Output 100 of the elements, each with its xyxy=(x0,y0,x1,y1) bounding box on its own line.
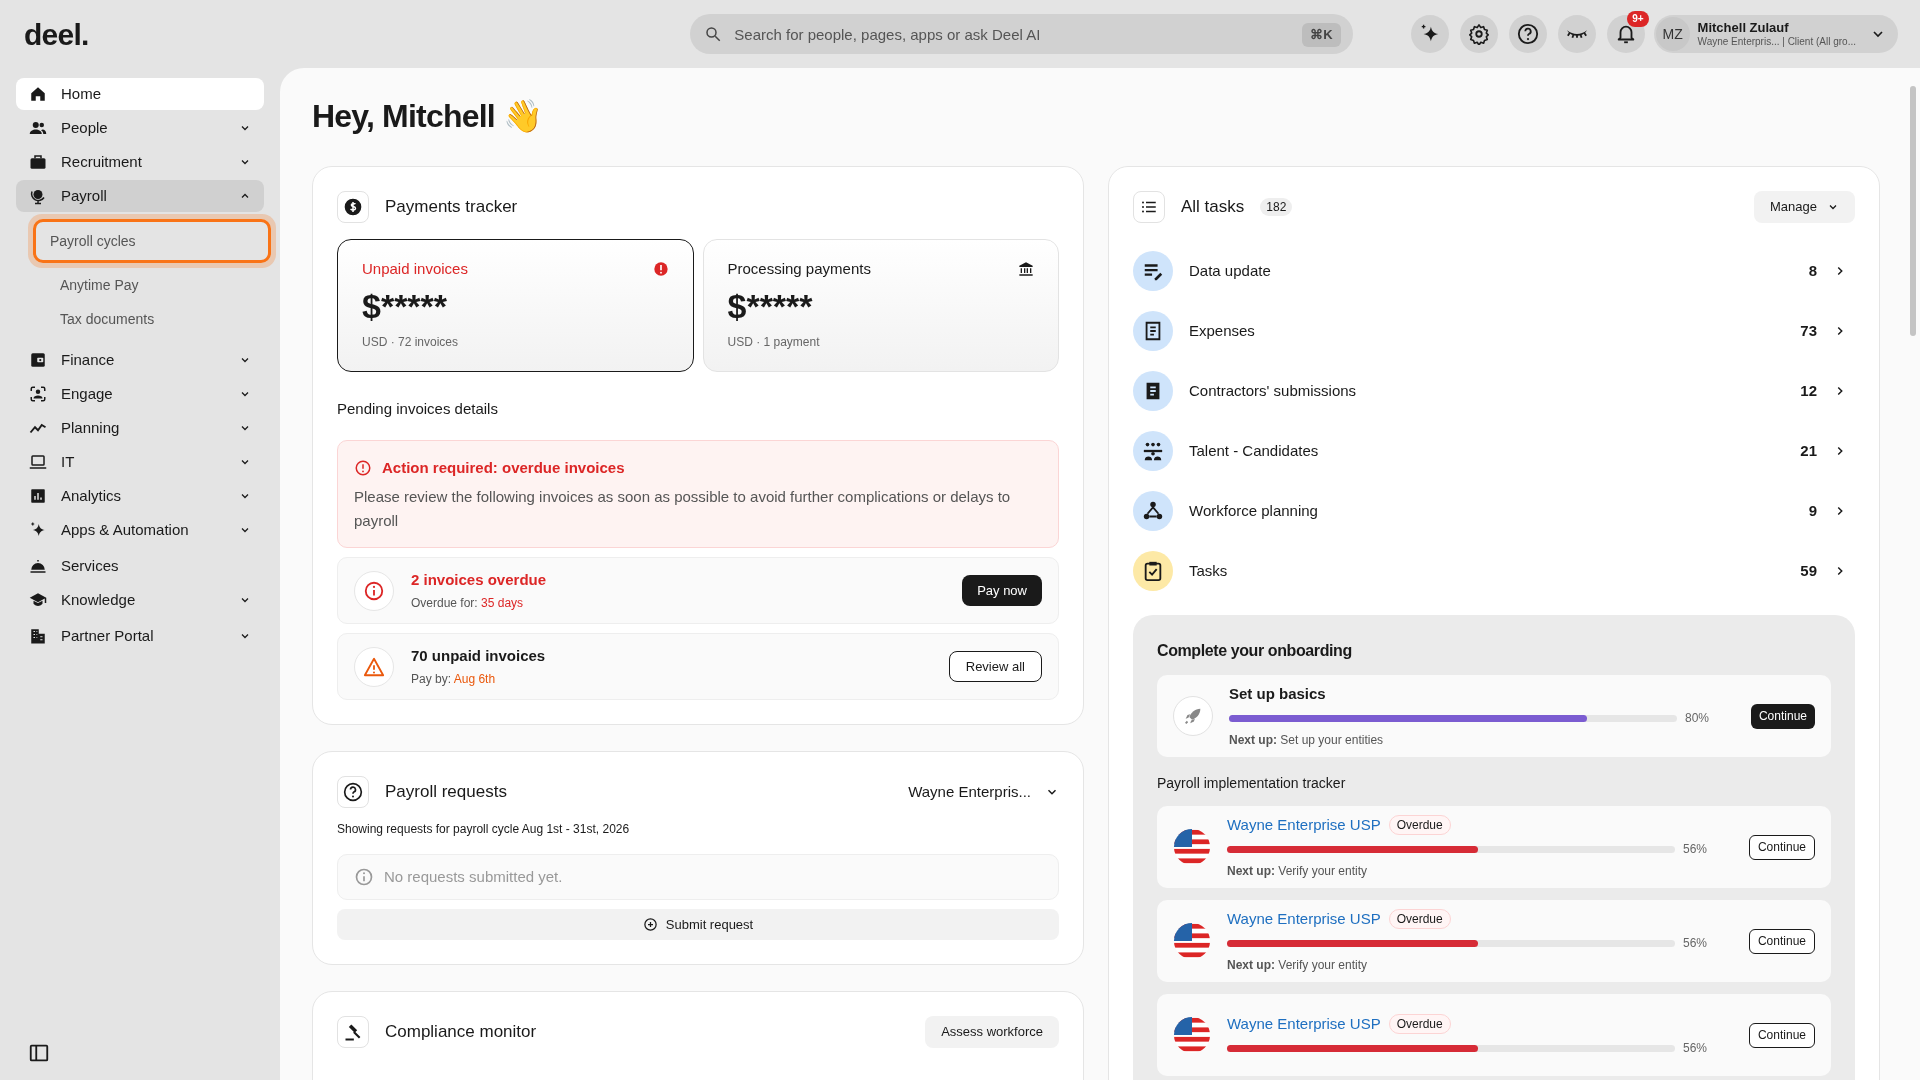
graduation-cap-icon xyxy=(29,591,47,609)
service-bell-icon xyxy=(29,557,47,575)
task-row[interactable]: Data update 8 xyxy=(1133,241,1855,301)
sidebar-item[interactable]: Home xyxy=(16,78,264,110)
task-row[interactable]: Workforce planning 9 xyxy=(1133,481,1855,541)
sidebar-item[interactable]: Partner Portal xyxy=(16,620,264,652)
sidebar-item[interactable]: Recruitment xyxy=(16,146,264,178)
home-icon xyxy=(29,85,47,103)
task-count: 73 xyxy=(1800,320,1817,341)
flag-icon xyxy=(1173,828,1211,866)
task-row[interactable]: Tasks 59 xyxy=(1133,541,1855,601)
sidebar-item[interactable]: Apps & Automation xyxy=(16,514,264,546)
globe-icon xyxy=(29,187,47,205)
task-count: 12 xyxy=(1800,380,1817,401)
task-row[interactable]: Expenses 73 xyxy=(1133,301,1855,361)
sidebar-item[interactable]: Planning xyxy=(16,412,264,444)
row-meta: Overdue for: 35 days xyxy=(411,594,525,612)
sidebar-item[interactable]: Payroll xyxy=(16,180,264,212)
alert-text: Please review the following invoices as soon as possible to avoid further complications or delays to payroll xyxy=(354,487,1012,531)
task-row[interactable]: Contractors' submissions 12 xyxy=(1133,361,1855,421)
task-label: Contractors' submissions xyxy=(1189,380,1358,401)
flag-icon xyxy=(1173,1016,1211,1054)
metric-detail: USD · 72 invoices xyxy=(362,334,460,351)
task-label: Expenses xyxy=(1189,320,1256,341)
metric-card[interactable]: Unpaid invoices $***** USD · 72 invoices xyxy=(337,239,694,372)
user-menu[interactable]: MZ Mitchell Zulauf Wayne Enterpris... | Client (All gro... xyxy=(1653,15,1898,53)
sidebar-item[interactable]: IT xyxy=(16,446,264,478)
metric-amount: $***** xyxy=(362,285,449,327)
requests-subtitle: Showing requests for payroll cycle Aug 1st - 31st, 2026 xyxy=(337,821,631,838)
help-button[interactable] xyxy=(1508,15,1547,53)
continue-button[interactable]: Continue xyxy=(1748,928,1815,954)
metric-card[interactable]: Processing payments $***** USD · 1 payment xyxy=(702,239,1059,372)
help-icon xyxy=(1516,23,1539,45)
clipboard-check-icon xyxy=(1142,560,1164,582)
continue-button[interactable]: Continue xyxy=(1748,834,1815,860)
sidebar-subitem[interactable]: Payroll cycles xyxy=(28,214,276,268)
row-meta: Pay by: Aug 6th xyxy=(411,670,497,688)
sidebar-item[interactable]: Engage xyxy=(16,378,264,410)
sidebar-item[interactable]: People xyxy=(16,112,264,144)
user-name: Mitchell Zulauf xyxy=(1697,19,1790,36)
manage-button[interactable]: Manage xyxy=(1754,191,1855,223)
sidebar-toggle-icon[interactable] xyxy=(28,1042,50,1064)
metric-label: Processing payments xyxy=(727,259,871,279)
task-count: 59 xyxy=(1800,560,1817,581)
card-title: All tasks xyxy=(1181,196,1245,219)
flag-icon xyxy=(1173,922,1211,960)
pay-button[interactable]: Pay now xyxy=(962,575,1042,606)
sidebar-item[interactable]: Knowledge xyxy=(16,584,264,616)
help-icon xyxy=(343,782,363,802)
entity-link[interactable]: Wayne Enterprise USP xyxy=(1227,907,1381,931)
sidebar-subitem[interactable]: Tax documents xyxy=(16,302,264,336)
sparkle-button[interactable] xyxy=(1410,15,1449,53)
alert-icon xyxy=(652,261,669,278)
progress-reading: 56% xyxy=(1682,1040,1708,1058)
progress-reading: 56% xyxy=(1682,841,1708,859)
status-badge: Overdue xyxy=(1388,909,1451,929)
submit-request-button[interactable]: Submit request xyxy=(337,909,1059,940)
section-title: Payroll implementation tracker xyxy=(1157,774,1347,793)
settings-button[interactable] xyxy=(1459,15,1498,53)
review-button[interactable]: Review all xyxy=(948,651,1042,682)
search-icon xyxy=(704,25,723,43)
assess-button[interactable]: Assess workforce xyxy=(925,1016,1059,1048)
card-title: Compliance monitor xyxy=(385,1021,538,1044)
count-badge: 182 xyxy=(1260,198,1293,216)
laptop-icon xyxy=(29,453,47,471)
bank-icon xyxy=(1018,261,1034,278)
task-count: 9 xyxy=(1808,500,1817,521)
network-icon xyxy=(1142,500,1164,522)
entity-link[interactable]: Wayne Enterprise USP xyxy=(1227,813,1381,837)
continue-button[interactable]: Continue xyxy=(1748,1022,1815,1048)
panel-title: Complete your onboarding xyxy=(1157,641,1353,661)
entity-link[interactable]: Wayne Enterprise USP xyxy=(1227,1012,1381,1036)
continue-button[interactable]: Continue xyxy=(1750,703,1815,729)
shortcut-key: ⌘K xyxy=(1302,23,1341,47)
sidebar-subitem[interactable]: Anytime Pay xyxy=(16,268,264,302)
closed-eye-button[interactable] xyxy=(1557,15,1596,53)
warning-icon xyxy=(363,655,385,678)
progress-reading: 56% xyxy=(1682,935,1708,953)
task-row[interactable]: Talent - Candidates 21 xyxy=(1133,421,1855,481)
dollar-icon xyxy=(343,197,363,217)
row-title: 2 invoices overdue xyxy=(411,570,548,591)
settings-icon xyxy=(1467,23,1490,45)
card-title: Payroll requests xyxy=(385,781,508,804)
task-label: Workforce planning xyxy=(1189,500,1319,521)
logo[interactable]: deel. xyxy=(24,11,691,57)
sidebar-item[interactable]: Finance xyxy=(16,344,264,376)
info-icon xyxy=(354,867,374,887)
alert-icon xyxy=(354,458,372,477)
wallet-icon xyxy=(29,351,47,369)
bar-chart-icon xyxy=(29,487,47,505)
group-icon xyxy=(1142,440,1164,462)
metric-detail: USD · 1 payment xyxy=(727,334,821,351)
progress-title: Set up basics xyxy=(1229,683,1327,704)
status-badge: Overdue xyxy=(1388,1014,1451,1034)
metric-amount: $***** xyxy=(727,285,814,327)
entity-dropdown[interactable]: Wayne Enterpris... xyxy=(908,780,1059,804)
sidebar-item[interactable]: Services xyxy=(16,550,264,582)
scrollbar[interactable] xyxy=(1910,86,1916,336)
person-frame-icon xyxy=(29,385,47,403)
sidebar-item[interactable]: Analytics xyxy=(16,480,264,512)
